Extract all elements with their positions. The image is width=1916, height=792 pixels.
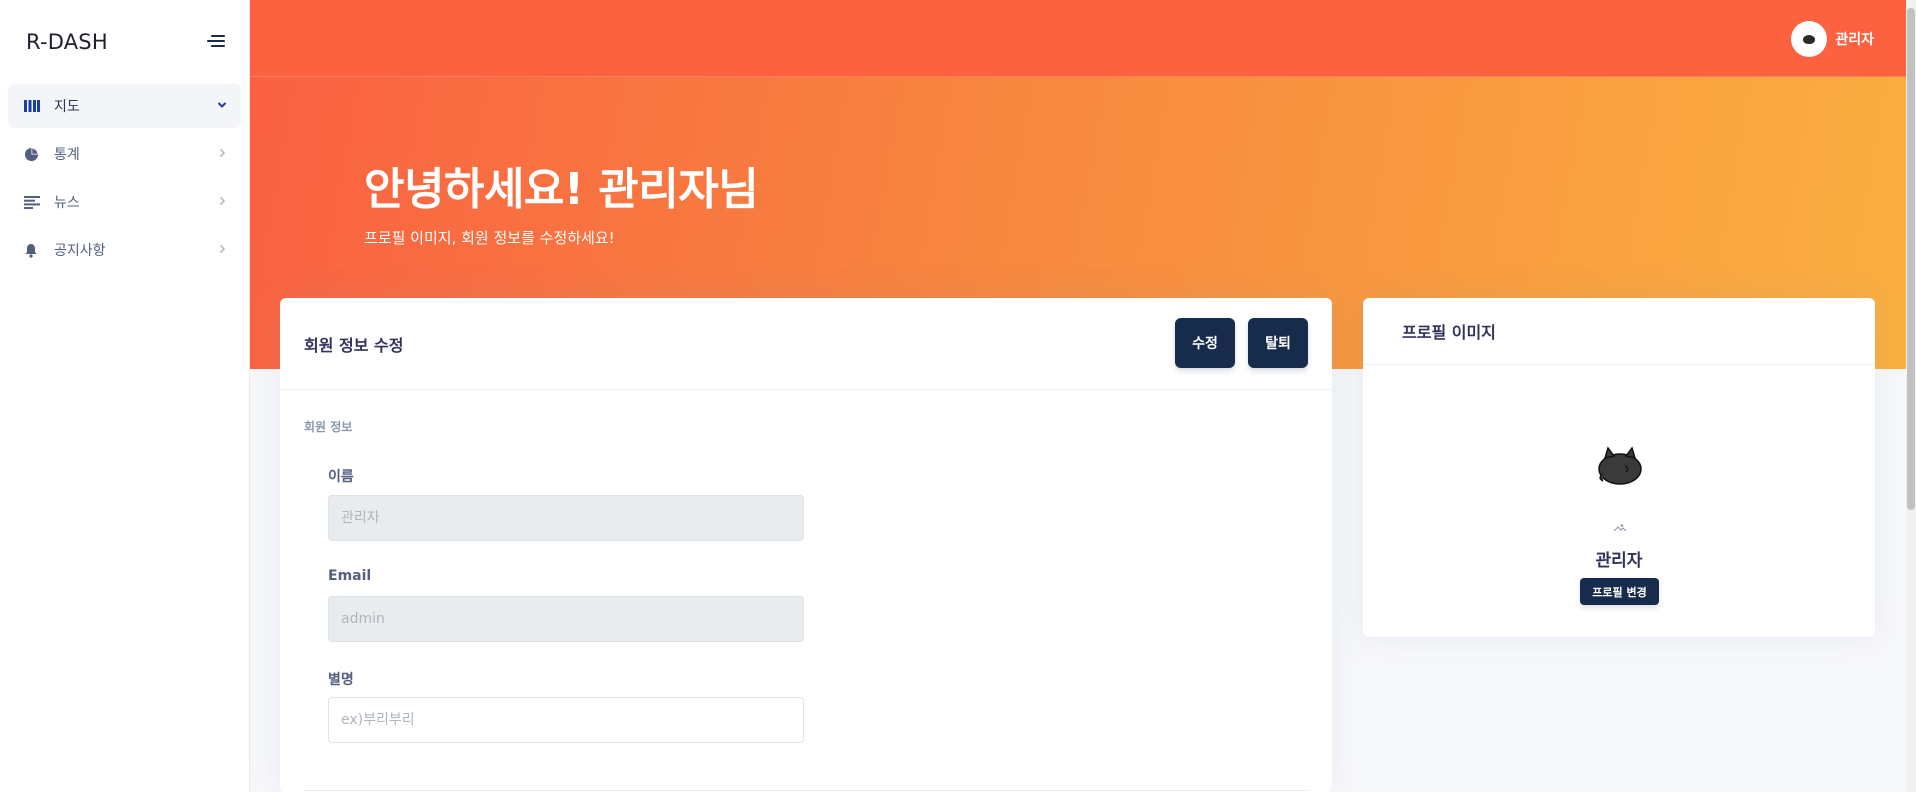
change-profile-button[interactable]: 프로필 변경 [1580, 578, 1659, 605]
email-label: Email [328, 568, 372, 584]
chevron-down-icon [217, 99, 227, 113]
news-lines-icon [24, 195, 54, 209]
user-name: 관리자 [1835, 32, 1874, 48]
chevron-right-icon [217, 195, 227, 209]
sidebar-item-notice[interactable]: 공지사항 [8, 228, 241, 272]
section-heading: 회원 정보 [304, 420, 353, 434]
divider [304, 790, 1308, 791]
page-scrollbar[interactable] [1906, 0, 1916, 792]
sidebar-item-stats[interactable]: 통계 [8, 132, 241, 176]
card-title: 회원 정보 수정 [304, 335, 404, 355]
bell-icon [24, 243, 54, 258]
avatar [1791, 21, 1828, 57]
map-icon [24, 99, 54, 113]
withdraw-button[interactable]: 탈퇴 [1248, 318, 1308, 368]
sidebar-item-label: 통계 [54, 147, 80, 163]
sidebar-nav: 지도 통계 뉴스 공지사항 [0, 84, 249, 272]
profile-name: 관리자 [1595, 551, 1643, 571]
page-subtitle: 프로필 이미지, 회원 정보를 수정하세요! [364, 229, 615, 247]
main-content: 관리자 안녕하세요! 관리자님 프로필 이미지, 회원 정보를 수정하세요! 회… [250, 0, 1916, 792]
card-title: 프로필 이미지 [1402, 323, 1496, 342]
card-header: 회원 정보 수정 수정 탈퇴 [280, 298, 1332, 390]
sidebar-header: R-DASH [0, 0, 249, 84]
nickname-label: 별명 [328, 672, 354, 688]
sidebar-toggle-icon[interactable] [203, 33, 225, 51]
email-field[interactable] [328, 596, 804, 642]
member-info-card: 회원 정보 수정 수정 탈퇴 회원 정보 이름 Email 별명 [280, 298, 1332, 792]
page-title: 안녕하세요! 관리자님 [364, 164, 759, 215]
top-navbar: 관리자 [250, 0, 1916, 77]
broken-image-icon [1613, 518, 1627, 532]
profile-image-card: 프로필 이미지 관리자 프로필 변경 [1363, 298, 1875, 637]
card-header: 프로필 이미지 [1363, 298, 1875, 365]
chevron-right-icon [217, 243, 227, 257]
scrollbar-thumb[interactable] [1907, 8, 1915, 510]
sidebar-item-map[interactable]: 지도 [8, 84, 241, 128]
sidebar-item-label: 뉴스 [54, 195, 80, 211]
user-menu[interactable]: 관리자 [1791, 21, 1874, 57]
name-field[interactable] [328, 495, 804, 541]
sidebar-item-label: 공지사항 [54, 243, 106, 259]
sidebar-item-label: 지도 [54, 99, 80, 115]
chevron-right-icon [217, 147, 227, 161]
edit-button[interactable]: 수정 [1175, 318, 1235, 368]
profile-cat-image [1595, 444, 1645, 490]
brand-logo-text[interactable]: R-DASH [26, 30, 108, 54]
name-label: 이름 [328, 469, 354, 485]
pie-chart-icon [24, 147, 54, 162]
nickname-field[interactable] [328, 697, 804, 743]
sidebar: R-DASH 지도 통계 뉴스 공지사항 [0, 0, 250, 792]
sidebar-item-news[interactable]: 뉴스 [8, 180, 241, 224]
